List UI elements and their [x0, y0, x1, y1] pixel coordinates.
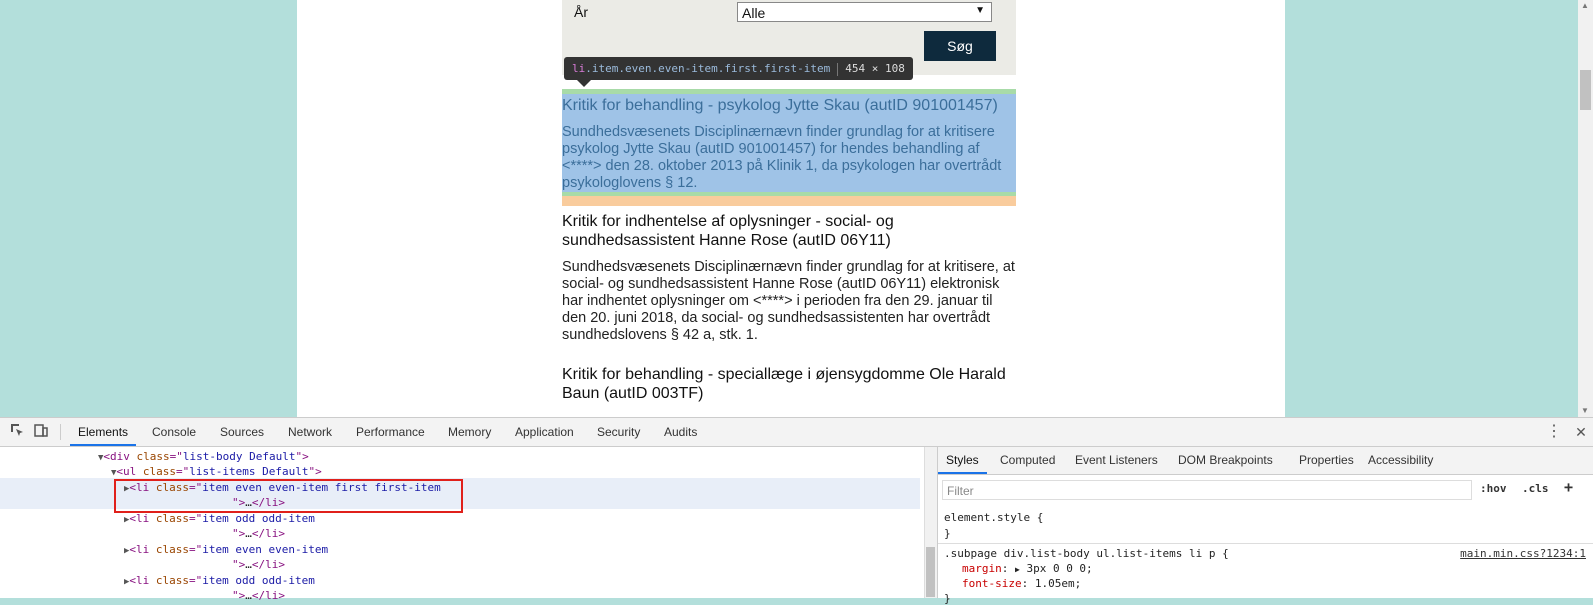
tab-network[interactable]: Network [288, 418, 332, 446]
elements-scrollbar-thumb[interactable] [926, 547, 935, 597]
tab-accessibility[interactable]: Accessibility [1368, 447, 1433, 474]
tab-computed[interactable]: Computed [1000, 447, 1055, 474]
css-property[interactable]: font-size: 1.05em; [962, 577, 1081, 590]
rule-selector[interactable]: .subpage div.list-body ul.list-items li … [944, 547, 1229, 560]
dom-node-li[interactable]: ▶<li class="item odd odd-item [124, 511, 315, 526]
rule-source-link[interactable]: main.min.css?1234:1 [1460, 547, 1586, 560]
rule-close: } [944, 592, 951, 605]
page-content: År Alle ▼ Søg li.item.even.even-item.fir… [297, 0, 1285, 417]
dom-node-li[interactable]: ▶<li class="item even even-item [124, 542, 328, 557]
item-title[interactable]: Kritik for behandling - psykolog Jytte S… [562, 96, 1016, 115]
dom-node-div[interactable]: ▼<div class="list-body Default"> [98, 449, 309, 464]
tab-performance[interactable]: Performance [356, 418, 425, 446]
tooltip-classes: .item.even.even-item.first.first-item [585, 62, 831, 75]
elements-tree: ▼<div class="list-body Default"> ▼<ul cl… [0, 447, 937, 602]
styles-pane: Styles Computed Event Listeners DOM Brea… [937, 447, 1593, 605]
page-scrollbar-thumb[interactable] [1580, 70, 1591, 110]
styles-tabs: Styles Computed Event Listeners DOM Brea… [938, 447, 1593, 475]
annotation-red-box [114, 479, 463, 513]
tab-security[interactable]: Security [597, 418, 640, 446]
tab-console[interactable]: Console [152, 418, 196, 446]
item-body: Sundhedsvæsenets Disciplinærnævn finder … [562, 124, 1002, 191]
cls-toggle[interactable]: .cls [1522, 482, 1549, 495]
devtools-panel: Elements Console Sources Network Perform… [0, 417, 1593, 605]
tab-application[interactable]: Application [515, 418, 574, 446]
search-button[interactable]: Søg [924, 31, 996, 61]
tab-event-listeners[interactable]: Event Listeners [1075, 447, 1158, 474]
browser-viewport: År Alle ▼ Søg li.item.even.even-item.fir… [0, 0, 1578, 417]
scroll-up-icon[interactable]: ▲ [1581, 1, 1589, 10]
element-style-close: } [944, 527, 951, 540]
tooltip-arrow [577, 80, 591, 87]
item-title[interactable]: Kritik for indhentelse af oplysninger - … [562, 212, 1016, 250]
hov-toggle[interactable]: :hov [1480, 482, 1507, 495]
dom-node-ul[interactable]: ▼<ul class="list-items Default"> [111, 464, 322, 479]
elements-scrollbar[interactable] [924, 447, 937, 598]
item-body: Sundhedsvæsenets Disciplinærnævn finder … [562, 259, 1015, 343]
dom-node-li-close: ">…</li> [232, 558, 285, 571]
inspect-element-icon[interactable] [8, 423, 26, 441]
tab-audits[interactable]: Audits [664, 418, 697, 446]
css-property[interactable]: margin: ▶ 3px 0 0 0; [962, 562, 1093, 575]
highlight-padding-bottom [562, 196, 1016, 206]
tab-dom-breakpoints[interactable]: DOM Breakpoints [1178, 447, 1273, 474]
tab-properties[interactable]: Properties [1299, 447, 1354, 474]
tab-elements[interactable]: Elements [70, 418, 137, 446]
more-options-icon[interactable]: ⋮ [1545, 423, 1563, 441]
close-icon[interactable]: ✕ [1572, 423, 1590, 441]
chevron-down-icon: ▼ [975, 5, 985, 16]
dom-node-li-close: ">…</li> [232, 527, 285, 540]
tab-sources[interactable]: Sources [220, 418, 264, 446]
tab-memory[interactable]: Memory [448, 418, 491, 446]
new-rule-icon[interactable]: + [1564, 478, 1573, 496]
tooltip-dims: 454 × 108 [845, 62, 905, 75]
page-scrollbar[interactable]: ▲ ▼ [1578, 0, 1593, 417]
year-label: År [574, 4, 588, 20]
tab-styles[interactable]: Styles [938, 447, 987, 474]
styles-filter-input[interactable]: Filter [942, 480, 1472, 500]
dom-node-li-close: ">…</li> [232, 589, 285, 602]
year-select-value: Alle [742, 5, 766, 21]
year-select[interactable]: Alle ▼ [737, 2, 992, 22]
item-title[interactable]: Kritik for behandling - speciallæge i øj… [562, 365, 1016, 403]
scroll-down-icon[interactable]: ▼ [1581, 406, 1589, 415]
device-toolbar-icon[interactable] [32, 423, 50, 441]
inspect-tooltip: li.item.even.even-item.first.first-item 4… [564, 57, 913, 80]
element-style-selector[interactable]: element.style { [944, 511, 1043, 524]
tooltip-tag: li [572, 62, 586, 75]
dom-node-li[interactable]: ▶<li class="item odd odd-item [124, 573, 315, 588]
devtools-toolbar: Elements Console Sources Network Perform… [0, 418, 1593, 447]
